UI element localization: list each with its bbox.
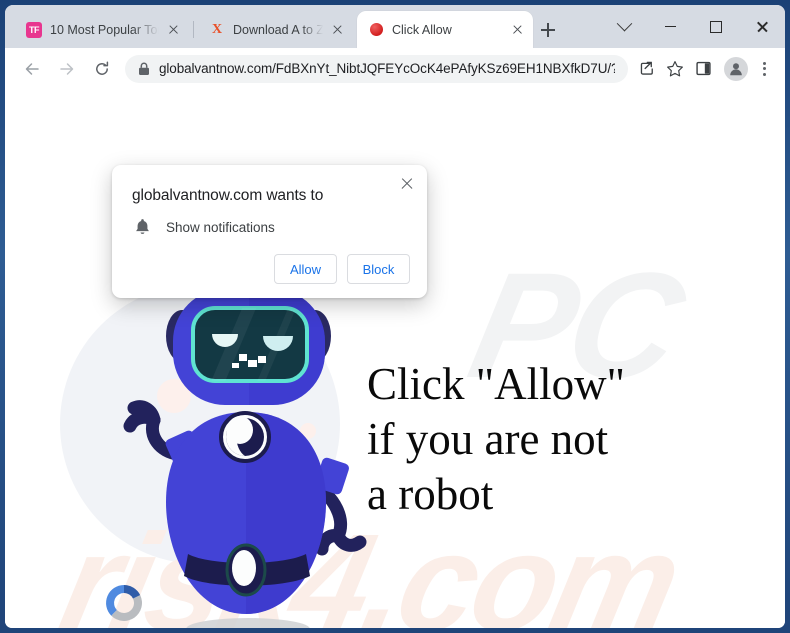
page-viewport: PC risk4.com Click "Allow" if you are no…	[5, 89, 785, 628]
tab-download-a-to-z[interactable]: X Download A to Z Tor	[198, 11, 353, 48]
tab-title: 10 Most Popular Torr	[50, 22, 160, 37]
share-button[interactable]	[634, 56, 660, 82]
forward-arrow-icon	[60, 62, 74, 75]
star-icon	[667, 60, 683, 76]
lock-icon	[139, 62, 149, 75]
tab-click-allow[interactable]: Click Allow	[357, 11, 533, 48]
robot-mascot-icon	[60, 284, 390, 628]
block-button[interactable]: Block	[347, 254, 410, 284]
dialog-permission-row: Show notifications	[112, 205, 427, 236]
side-panel-icon	[695, 61, 711, 76]
menu-dot	[762, 72, 766, 76]
tab-strip: TF 10 Most Popular Torr X Download A to …	[5, 5, 785, 48]
minimize-button[interactable]	[647, 5, 693, 48]
tab-title: Click Allow	[392, 22, 452, 37]
menu-dot	[762, 67, 766, 70]
maximize-icon	[710, 20, 722, 33]
profile-avatar-icon	[730, 62, 742, 75]
back-button[interactable]	[17, 54, 47, 84]
tf-logo-icon: TF	[26, 21, 42, 38]
notification-permission-dialog: globalvantnow.com wants to Show notifica…	[112, 165, 427, 298]
captcha-ring-icon	[106, 585, 142, 621]
chevron-down-icon	[616, 15, 632, 32]
bell-icon	[136, 219, 149, 234]
close-icon	[756, 20, 769, 33]
address-bar[interactable]: globalvantnow.com/FdBXnYt_NibtJQFEYcOcK4…	[125, 54, 628, 83]
maximize-button[interactable]	[693, 5, 739, 48]
page-headline: Click "Allow" if you are not a robot	[367, 359, 625, 519]
url-text: globalvantnow.com/FdBXnYt_NibtJQFEYcOcK4…	[159, 61, 615, 76]
reload-icon	[96, 60, 109, 75]
window-controls	[601, 5, 785, 48]
desktop-window-frame: TF 10 Most Popular Torr X Download A to …	[0, 0, 790, 633]
tab-title: Download A to Z Tor	[233, 22, 324, 37]
ecaptcha-logo: E-CAPTCHA	[89, 581, 159, 628]
tab-separator	[193, 21, 194, 38]
x-logo-icon: X	[211, 21, 223, 37]
dialog-close-button[interactable]	[396, 173, 418, 195]
three-dot-menu-button[interactable]	[752, 61, 776, 76]
tab-search-button[interactable]	[601, 5, 647, 48]
profile-avatar[interactable]	[724, 56, 748, 81]
back-arrow-icon	[25, 62, 39, 75]
dialog-permission-label: Show notifications	[166, 219, 275, 235]
dialog-actions: Allow Block	[112, 236, 427, 284]
minimize-icon	[664, 25, 676, 28]
dialog-title: globalvantnow.com wants to	[132, 187, 324, 204]
allow-button[interactable]: Allow	[274, 254, 337, 284]
menu-dot	[762, 61, 766, 65]
tab-10-most-popular[interactable]: TF 10 Most Popular Torr	[15, 11, 189, 48]
tab-close-icon[interactable]	[328, 20, 347, 39]
reload-button[interactable]	[87, 54, 117, 84]
forward-button[interactable]	[52, 54, 82, 84]
bookmark-button[interactable]	[662, 56, 688, 82]
tab-close-icon[interactable]	[164, 20, 183, 39]
red-dot-icon	[368, 22, 384, 38]
new-tab-button[interactable]	[536, 18, 560, 42]
share-icon	[640, 61, 653, 75]
close-window-button[interactable]	[739, 5, 785, 48]
tab-close-icon[interactable]	[508, 20, 527, 39]
browser-toolbar: globalvantnow.com/FdBXnYt_NibtJQFEYcOcK4…	[5, 48, 785, 89]
browser-window: TF 10 Most Popular Torr X Download A to …	[5, 5, 785, 628]
side-panel-button[interactable]	[690, 56, 716, 82]
